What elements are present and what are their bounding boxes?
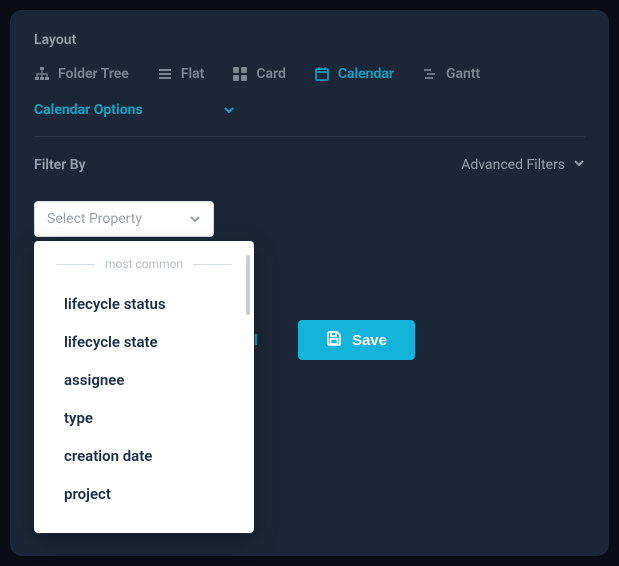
select-placeholder: Select Property [47, 211, 142, 227]
save-icon [326, 330, 342, 350]
property-dropdown: most common lifecycle status lifecycle s… [34, 241, 254, 533]
sitemap-icon [34, 66, 50, 82]
dropdown-section-label: most common [105, 257, 183, 271]
tab-label: Folder Tree [58, 66, 129, 82]
list-icon [157, 66, 173, 82]
save-label: Save [352, 332, 387, 349]
tab-calendar[interactable]: Calendar [314, 66, 394, 82]
tab-flat[interactable]: Flat [157, 66, 205, 82]
advanced-filters-toggle[interactable]: Advanced Filters [461, 157, 585, 173]
dropdown-item-type[interactable]: type [34, 399, 254, 437]
dropdown-item-creation-date[interactable]: creation date [34, 437, 254, 475]
tab-folder-tree[interactable]: Folder Tree [34, 66, 129, 82]
calendar-options-label: Calendar Options [34, 102, 143, 118]
calendar-options-toggle[interactable]: Calendar Options [34, 102, 585, 137]
tab-label: Gantt [446, 66, 480, 82]
advanced-filters-label: Advanced Filters [461, 157, 565, 173]
layout-tabs: Folder Tree Flat Card Calendar Gantt [34, 66, 585, 82]
filter-header: Filter By Advanced Filters [34, 157, 585, 173]
dropdown-item-lifecycle-state[interactable]: lifecycle state [34, 323, 254, 361]
gantt-icon [422, 66, 438, 82]
tab-gantt[interactable]: Gantt [422, 66, 480, 82]
grid-icon [232, 66, 248, 82]
filter-by-title: Filter By [34, 157, 86, 173]
property-select-wrap: Select Property most common lifecycle st… [34, 201, 214, 237]
tab-label: Calendar [338, 66, 394, 82]
calendar-icon [314, 66, 330, 82]
chevron-down-icon [223, 104, 235, 116]
save-button[interactable]: Save [298, 320, 415, 360]
settings-panel: Layout Folder Tree Flat Card Calendar [10, 10, 609, 556]
dropdown-item-assignee[interactable]: assignee [34, 361, 254, 399]
property-select[interactable]: Select Property [34, 201, 214, 237]
layout-section-title: Layout [34, 32, 585, 48]
dropdown-item-project[interactable]: project [34, 475, 254, 513]
dropdown-item-lifecycle-status[interactable]: lifecycle status [34, 285, 254, 323]
dropdown-section-header: most common [34, 257, 254, 271]
tab-card[interactable]: Card [232, 66, 285, 82]
chevron-down-icon [573, 157, 585, 173]
tab-label: Flat [181, 66, 205, 82]
chevron-down-icon [189, 210, 201, 229]
tab-label: Card [256, 66, 285, 82]
